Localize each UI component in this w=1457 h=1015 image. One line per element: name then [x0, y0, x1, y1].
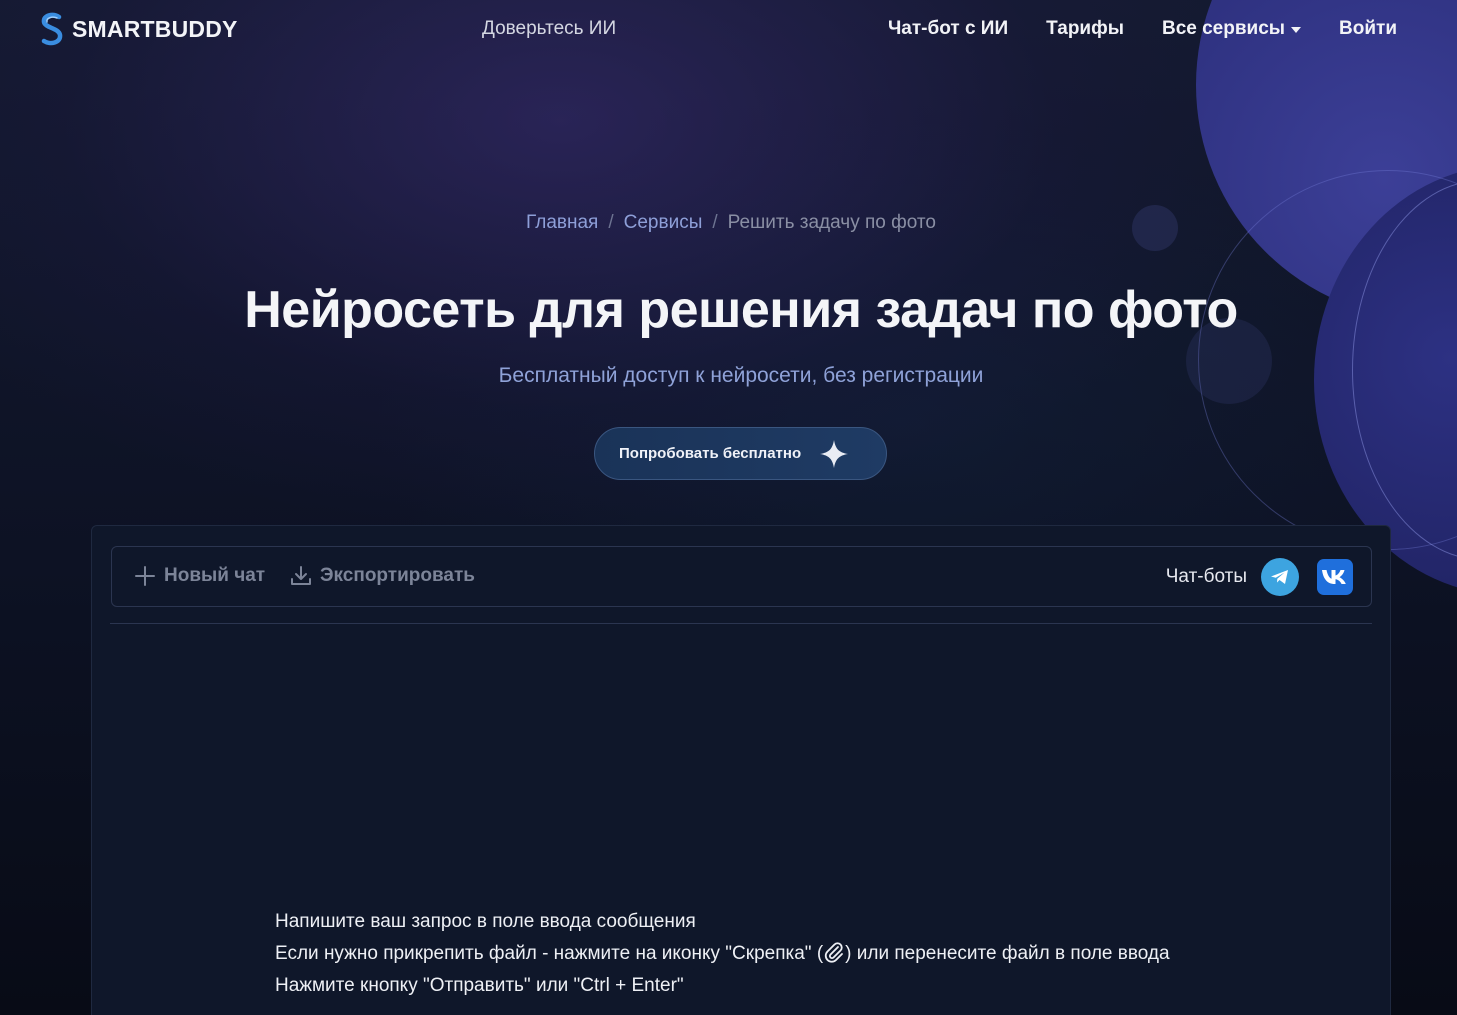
new-chat-label: Новый чат [164, 565, 266, 586]
logo-icon [41, 12, 63, 46]
nav-tariffs[interactable]: Тарифы [1046, 18, 1124, 40]
chat-panel: Новый чат Экспортировать Чат-боты Напиши… [91, 525, 1391, 1015]
chatbots-label: Чат-боты [1165, 566, 1247, 587]
try-free-button-label: Попробовать бесплатно [619, 445, 802, 462]
vk-bot-link[interactable] [1317, 559, 1353, 595]
plus-icon [135, 566, 155, 586]
chat-instructions: Напишите ваш запрос в поле ввода сообщен… [275, 906, 1170, 1002]
telegram-icon [1271, 570, 1288, 584]
download-icon [291, 566, 311, 585]
breadcrumb-home[interactable]: Главная [526, 212, 598, 233]
hint-line: Напишите ваш запрос в поле ввода сообщен… [275, 911, 696, 932]
breadcrumb-separator: / [608, 212, 614, 233]
breadcrumb-services[interactable]: Сервисы [624, 212, 703, 233]
telegram-bot-link[interactable] [1261, 558, 1299, 596]
tagline: Доверьтесь ИИ [482, 18, 617, 39]
hint-line: Если нужно прикрепить файл - нажмите на … [275, 938, 1170, 970]
toolbar-divider [110, 623, 1372, 624]
nav-login[interactable]: Войти [1339, 18, 1397, 40]
new-chat-button[interactable]: Новый чат [134, 565, 265, 587]
hint-line-part: Если нужно прикрепить файл - нажмите на … [275, 943, 824, 964]
breadcrumb-separator: / [712, 212, 718, 233]
try-free-button[interactable]: Попробовать бесплатно [594, 427, 887, 480]
paperclip-icon [825, 942, 844, 963]
sparkle-icon [820, 439, 849, 468]
main-nav: Чат-бот с ИИ Тарифы Все сервисы Войти [888, 18, 1397, 40]
hint-line: Нажмите кнопку "Отправить" или "Ctrl + E… [275, 975, 684, 996]
export-button[interactable]: Экспортировать [290, 565, 475, 587]
chevron-down-icon [1291, 27, 1301, 33]
chat-toolbar: Новый чат Экспортировать Чат-боты [111, 546, 1372, 607]
breadcrumb-current: Решить задачу по фото [727, 212, 936, 233]
hint-line-part: ) или перенесите файл в поле ввода [845, 943, 1170, 964]
nav-all-services-label: Все сервисы [1161, 18, 1285, 39]
chatbots-links: Чат-боты [1166, 558, 1353, 596]
nav-chatbot[interactable]: Чат-бот с ИИ [888, 18, 1008, 40]
brand-logo[interactable]: SMARTBUDDY [38, 12, 238, 46]
breadcrumb: Главная / Сервисы / Решить задачу по фото [0, 212, 1457, 234]
page-subtitle: Бесплатный доступ к нейросети, без регис… [498, 364, 984, 387]
vk-icon [1322, 570, 1346, 584]
brand-name: SMARTBUDDY [72, 15, 238, 42]
site-header: SMARTBUDDY Доверьтесь ИИ Чат-бот с ИИ Та… [0, 0, 1457, 60]
page-title: Нейросеть для решения задач по фото [244, 281, 1238, 339]
export-label: Экспортировать [320, 565, 475, 586]
nav-all-services[interactable]: Все сервисы [1162, 18, 1301, 40]
